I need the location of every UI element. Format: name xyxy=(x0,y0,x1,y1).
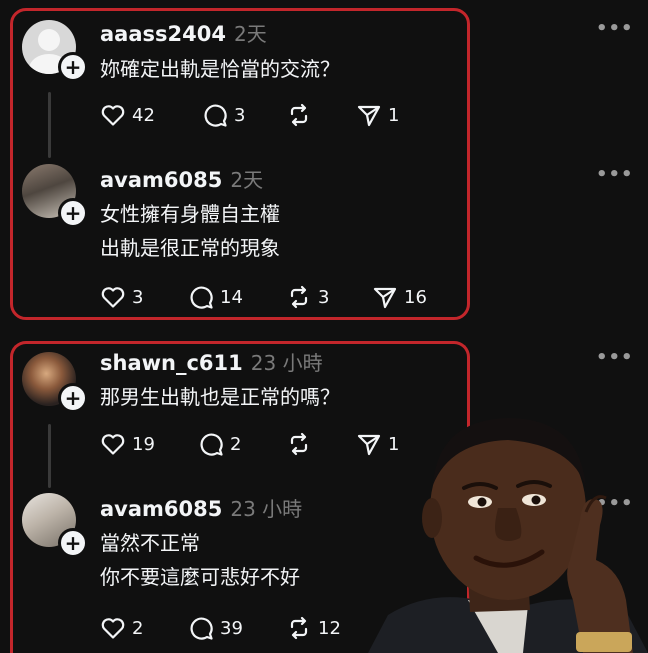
share-button[interactable]: 1 xyxy=(356,100,399,130)
heart-icon xyxy=(101,618,125,639)
thread-line xyxy=(48,92,51,158)
comment-button[interactable]: 3 xyxy=(202,100,245,130)
comment-icon xyxy=(204,104,227,127)
like-button[interactable]: 2 xyxy=(100,613,143,643)
thread-line xyxy=(48,424,51,488)
share-count: 1 xyxy=(388,104,400,126)
more-icon[interactable]: ••• xyxy=(596,164,634,185)
action-bar: 42 3 1 xyxy=(100,100,460,130)
post-time: 23 小時 xyxy=(230,497,303,521)
like-button[interactable]: 42 xyxy=(100,100,155,130)
comment-icon xyxy=(190,617,213,640)
follow-plus-icon[interactable]: + xyxy=(58,528,88,558)
share-icon xyxy=(373,287,397,309)
username-text[interactable]: shawn_c611 xyxy=(100,351,243,375)
post-text-line: 那男生出軌也是正常的嗎？ xyxy=(100,385,340,409)
username[interactable]: avam6085 2天 xyxy=(100,164,263,193)
heart-icon xyxy=(101,434,125,455)
comment-count: 14 xyxy=(220,286,243,308)
share-button[interactable]: 16 xyxy=(372,282,427,312)
post-text: 女性擁有身體自主權 出軌是很正常的現象 xyxy=(100,197,280,265)
repost-count: 3 xyxy=(318,286,330,308)
follow-plus-icon[interactable]: + xyxy=(58,383,88,413)
repost-count: 12 xyxy=(318,617,341,639)
repost-icon xyxy=(290,103,308,127)
post-text-line: 你不要這麼可悲好不好 xyxy=(100,565,300,589)
like-count: 19 xyxy=(132,433,155,455)
username-text[interactable]: avam6085 xyxy=(100,168,222,192)
post-time: 2天 xyxy=(230,168,264,192)
username[interactable]: aaass2404 2天 xyxy=(100,18,267,47)
repost-button[interactable] xyxy=(286,100,318,130)
like-count: 42 xyxy=(132,104,155,126)
like-count: 2 xyxy=(132,617,144,639)
comment-count: 2 xyxy=(230,433,242,455)
more-icon[interactable]: ••• xyxy=(596,347,634,368)
post-text-line: 女性擁有身體自主權 xyxy=(100,202,280,226)
post-time: 2天 xyxy=(233,22,267,46)
heart-icon xyxy=(101,105,125,126)
like-count: 3 xyxy=(132,286,144,308)
repost-icon xyxy=(290,616,308,640)
post-text: 那男生出軌也是正常的嗎？ xyxy=(100,380,340,414)
share-count: 16 xyxy=(404,286,427,308)
meme-person-illustration xyxy=(368,418,648,653)
post-text-line: 當然不正常 xyxy=(100,531,200,555)
username-text[interactable]: avam6085 xyxy=(100,497,222,521)
comment-count: 39 xyxy=(220,617,243,639)
comment-button[interactable]: 39 xyxy=(188,613,243,643)
username-text[interactable]: aaass2404 xyxy=(100,22,226,46)
repost-button[interactable]: 3 xyxy=(286,282,329,312)
more-icon[interactable]: ••• xyxy=(596,18,634,39)
comment-button[interactable]: 14 xyxy=(188,282,243,312)
share-icon xyxy=(357,105,381,127)
like-button[interactable]: 3 xyxy=(100,282,143,312)
post-text-line: 出軌是很正常的現象 xyxy=(100,236,280,260)
heart-icon xyxy=(101,287,125,308)
repost-button[interactable]: 12 xyxy=(286,613,341,643)
follow-plus-icon[interactable]: + xyxy=(58,198,88,228)
username[interactable]: shawn_c611 23 小時 xyxy=(100,347,323,376)
repost-icon xyxy=(290,285,308,309)
follow-plus-icon[interactable]: + xyxy=(58,52,88,82)
comment-icon xyxy=(200,433,223,456)
post-text: 妳確定出軌是恰當的交流？ xyxy=(100,52,340,86)
like-button[interactable]: 19 xyxy=(100,429,155,459)
repost-button[interactable] xyxy=(286,429,318,459)
meme-overlay-image xyxy=(358,400,648,653)
post-time: 23 小時 xyxy=(250,351,323,375)
post-text-line: 妳確定出軌是恰當的交流？ xyxy=(100,57,340,81)
post-text: 當然不正常 你不要這麼可悲好不好 xyxy=(100,526,300,594)
username[interactable]: avam6085 23 小時 xyxy=(100,493,302,522)
comment-count: 3 xyxy=(234,104,246,126)
action-bar: 3 14 3 16 xyxy=(100,282,460,312)
comment-icon xyxy=(190,286,213,309)
repost-icon xyxy=(290,432,308,456)
comment-button[interactable]: 2 xyxy=(198,429,241,459)
